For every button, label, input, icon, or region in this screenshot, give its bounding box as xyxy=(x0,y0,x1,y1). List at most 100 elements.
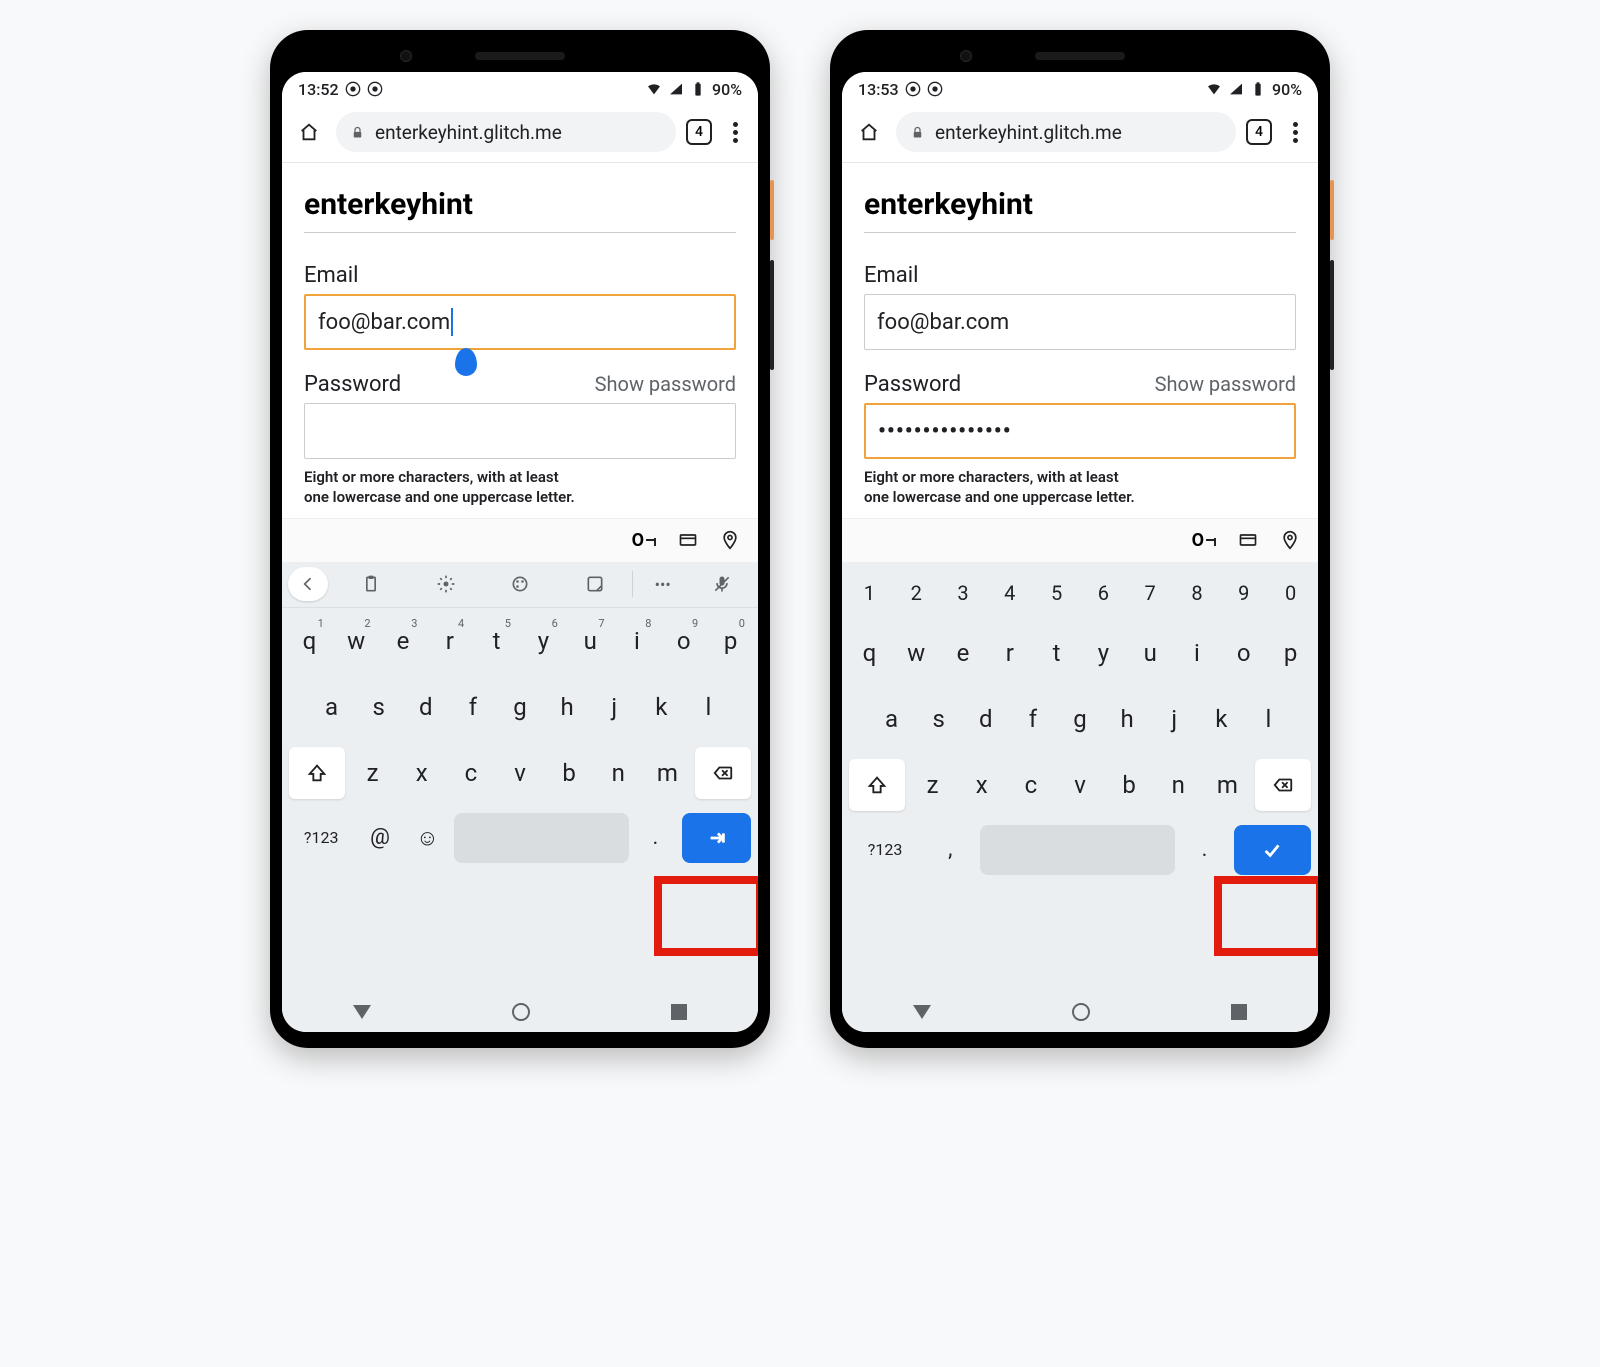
key-e[interactable]: e3 xyxy=(383,615,424,667)
key-4[interactable]: 4 xyxy=(989,573,1030,613)
email-field[interactable]: foo@bar.com xyxy=(304,294,736,350)
key-i[interactable]: i8 xyxy=(617,615,658,667)
key-x[interactable]: x xyxy=(400,747,443,799)
key-enter-next[interactable] xyxy=(682,813,751,863)
key-y[interactable]: y6 xyxy=(523,615,564,667)
key-q[interactable]: q xyxy=(849,627,890,679)
kb-back-button[interactable] xyxy=(288,567,328,601)
home-button[interactable] xyxy=(852,115,886,149)
key-o[interactable]: o9 xyxy=(663,615,704,667)
key-w[interactable]: w2 xyxy=(336,615,377,667)
clipboard-icon[interactable] xyxy=(334,562,408,607)
key-y[interactable]: y xyxy=(1083,627,1124,679)
key-emoji[interactable]: ☺ xyxy=(407,813,448,863)
key-q[interactable]: q1 xyxy=(289,615,330,667)
password-key-icon[interactable]: O xyxy=(632,530,656,551)
location-icon[interactable] xyxy=(720,530,740,550)
home-button[interactable] xyxy=(292,115,326,149)
mic-icon[interactable] xyxy=(692,562,752,607)
key-5[interactable]: 5 xyxy=(1036,573,1077,613)
email-field[interactable]: foo@bar.com xyxy=(864,294,1296,350)
key-d[interactable]: d xyxy=(965,693,1006,745)
key-symbols[interactable]: ?123 xyxy=(289,813,353,863)
tab-switcher[interactable]: 4 xyxy=(1246,119,1272,145)
key-j[interactable]: j xyxy=(1154,693,1195,745)
tab-switcher[interactable]: 4 xyxy=(686,119,712,145)
key-s[interactable]: s xyxy=(358,681,399,733)
nav-back-button[interactable] xyxy=(913,1005,931,1019)
key-f[interactable]: f xyxy=(1012,693,1053,745)
overflow-menu-button[interactable] xyxy=(722,122,748,143)
key-u[interactable]: u7 xyxy=(570,615,611,667)
key-j[interactable]: j xyxy=(594,681,635,733)
key-shift[interactable] xyxy=(849,759,905,811)
nav-recents-button[interactable] xyxy=(671,1004,687,1020)
sticker-icon[interactable] xyxy=(557,562,631,607)
key-b[interactable]: b xyxy=(1108,759,1151,811)
password-key-icon[interactable]: O xyxy=(1192,530,1216,551)
key-e[interactable]: e xyxy=(943,627,984,679)
more-icon[interactable]: ••• xyxy=(633,562,693,607)
key-c[interactable]: c xyxy=(449,747,492,799)
key-c[interactable]: c xyxy=(1009,759,1052,811)
nav-home-button[interactable] xyxy=(512,1003,530,1021)
theme-icon[interactable] xyxy=(483,562,557,607)
key-i[interactable]: i xyxy=(1177,627,1218,679)
nav-recents-button[interactable] xyxy=(1231,1004,1247,1020)
key-comma[interactable]: , xyxy=(927,825,973,875)
key-w[interactable]: w xyxy=(896,627,937,679)
key-v[interactable]: v xyxy=(498,747,541,799)
key-a[interactable]: a xyxy=(311,681,352,733)
nav-back-button[interactable] xyxy=(353,1005,371,1019)
caret-handle[interactable] xyxy=(455,348,477,376)
key-t[interactable]: t5 xyxy=(476,615,517,667)
key-r[interactable]: r4 xyxy=(429,615,470,667)
key-shift[interactable] xyxy=(289,747,345,799)
key-n[interactable]: n xyxy=(597,747,640,799)
card-icon[interactable] xyxy=(678,530,698,550)
key-period[interactable]: . xyxy=(635,813,676,863)
key-backspace[interactable] xyxy=(1255,759,1311,811)
key-m[interactable]: m xyxy=(1206,759,1249,811)
key-h[interactable]: h xyxy=(1107,693,1148,745)
key-2[interactable]: 2 xyxy=(896,573,937,613)
key-r[interactable]: r xyxy=(989,627,1030,679)
key-period[interactable]: . xyxy=(1181,825,1227,875)
key-o[interactable]: o xyxy=(1223,627,1264,679)
key-l[interactable]: l xyxy=(688,681,729,733)
key-l[interactable]: l xyxy=(1248,693,1289,745)
key-z[interactable]: z xyxy=(911,759,954,811)
settings-icon[interactable] xyxy=(408,562,482,607)
show-password-toggle[interactable]: Show password xyxy=(1155,372,1296,396)
key-space[interactable] xyxy=(454,813,629,863)
address-bar[interactable]: enterkeyhint.glitch.me xyxy=(896,112,1236,152)
key-p[interactable]: p xyxy=(1270,627,1311,679)
key-1[interactable]: 1 xyxy=(849,573,890,613)
show-password-toggle[interactable]: Show password xyxy=(595,372,736,396)
key-t[interactable]: t xyxy=(1036,627,1077,679)
key-d[interactable]: d xyxy=(405,681,446,733)
key-symbols[interactable]: ?123 xyxy=(849,825,921,875)
key-x[interactable]: x xyxy=(960,759,1003,811)
key-n[interactable]: n xyxy=(1157,759,1200,811)
key-g[interactable]: g xyxy=(499,681,540,733)
key-3[interactable]: 3 xyxy=(943,573,984,613)
address-bar[interactable]: enterkeyhint.glitch.me xyxy=(336,112,676,152)
card-icon[interactable] xyxy=(1238,530,1258,550)
key-k[interactable]: k xyxy=(1201,693,1242,745)
key-g[interactable]: g xyxy=(1059,693,1100,745)
key-at[interactable]: @ xyxy=(359,813,400,863)
key-a[interactable]: a xyxy=(871,693,912,745)
password-field[interactable] xyxy=(304,403,736,459)
key-backspace[interactable] xyxy=(695,747,751,799)
password-field[interactable]: ••••••••••••••• xyxy=(864,403,1296,459)
location-icon[interactable] xyxy=(1280,530,1300,550)
key-v[interactable]: v xyxy=(1058,759,1101,811)
key-enter-done[interactable] xyxy=(1234,825,1311,875)
nav-home-button[interactable] xyxy=(1072,1003,1090,1021)
key-z[interactable]: z xyxy=(351,747,394,799)
key-6[interactable]: 6 xyxy=(1083,573,1124,613)
key-9[interactable]: 9 xyxy=(1223,573,1264,613)
key-k[interactable]: k xyxy=(641,681,682,733)
key-8[interactable]: 8 xyxy=(1177,573,1218,613)
